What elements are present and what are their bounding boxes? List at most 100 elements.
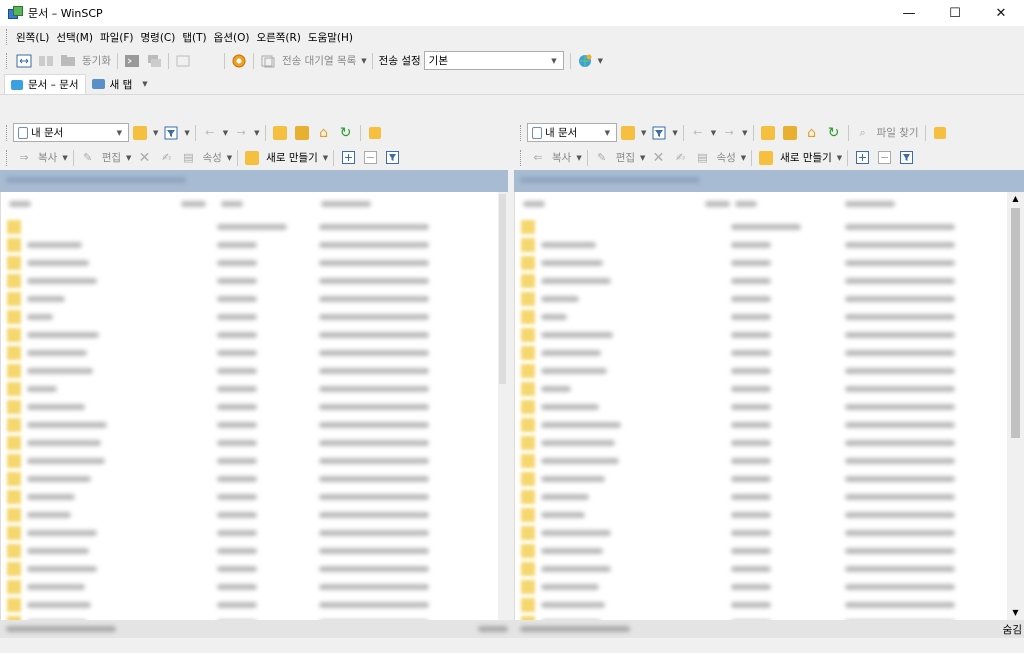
left-column-header[interactable] [1, 192, 508, 218]
scroll-up-arrow-icon[interactable]: ▲ [1007, 192, 1024, 206]
right-new-button[interactable]: 새로 만들기 [777, 150, 835, 165]
file-row[interactable] [1, 542, 508, 560]
file-row[interactable] [515, 596, 1007, 614]
back-dropdown-icon[interactable]: ▼ [223, 129, 228, 137]
home-icon[interactable]: ⌂ [314, 123, 334, 143]
deselect-minus-icon[interactable] [874, 148, 894, 168]
tree-toggle-icon[interactable] [930, 123, 950, 143]
file-row[interactable] [515, 434, 1007, 452]
deselect-minus-icon[interactable] [360, 148, 380, 168]
synchronize-icon[interactable] [58, 51, 78, 71]
file-row[interactable] [515, 416, 1007, 434]
delete-icon[interactable]: ✕ [134, 148, 154, 168]
menu-right[interactable]: 오른쪽(R) [253, 28, 303, 47]
file-row[interactable] [1, 578, 508, 596]
properties-icon[interactable]: ▤ [692, 148, 712, 168]
new-dropdown-icon[interactable]: ▼ [323, 154, 328, 162]
back-arrow-icon[interactable]: ← [200, 123, 220, 143]
edit-dropdown-icon[interactable]: ▼ [640, 154, 645, 162]
file-row[interactable] [515, 290, 1007, 308]
home-icon[interactable]: ⌂ [802, 123, 822, 143]
keep-remote-up-to-date-icon[interactable] [173, 51, 193, 71]
forward-dropdown-icon[interactable]: ▼ [742, 129, 747, 137]
file-row[interactable] [1, 236, 508, 254]
new-folder-icon[interactable] [756, 148, 776, 168]
right-location-select[interactable]: 내 문서 ▼ [527, 123, 617, 142]
session-globe-icon[interactable] [575, 51, 595, 71]
right-vertical-scrollbar[interactable]: ▲ ▼ [1007, 192, 1024, 620]
forward-arrow-icon[interactable]: → [719, 123, 739, 143]
back-dropdown-icon[interactable]: ▼ [711, 129, 716, 137]
file-row[interactable] [1, 308, 508, 326]
refresh-icon[interactable]: ↻ [336, 123, 356, 143]
filter-icon[interactable] [649, 123, 669, 143]
right-file-list[interactable]: ▲ ▼ [514, 192, 1024, 620]
file-row[interactable] [515, 524, 1007, 542]
copy-icon[interactable]: ⇐ [528, 148, 548, 168]
root-directory-icon[interactable] [292, 123, 312, 143]
menu-help[interactable]: 도움말(H) [305, 28, 356, 47]
copy-dropdown-icon[interactable]: ▼ [62, 154, 67, 162]
file-row[interactable] [1, 362, 508, 380]
forward-arrow-icon[interactable]: → [231, 123, 251, 143]
left-location-select[interactable]: 내 문서 ▼ [13, 123, 129, 142]
right-copy-button[interactable]: 복사 [549, 150, 574, 165]
file-row[interactable] [1, 434, 508, 452]
refresh-icon[interactable]: ↻ [824, 123, 844, 143]
file-row[interactable] [1, 272, 508, 290]
menu-file[interactable]: 파일(F) [97, 28, 137, 47]
root-directory-icon[interactable] [780, 123, 800, 143]
open-dropdown-icon[interactable]: ▼ [641, 129, 646, 137]
new-dropdown-icon[interactable]: ▼ [837, 154, 842, 162]
file-row[interactable] [515, 560, 1007, 578]
tab-new[interactable]: 새 탭 ▼ [86, 74, 156, 94]
filter-dropdown-icon[interactable]: ▼ [184, 129, 189, 137]
file-row[interactable] [515, 380, 1007, 398]
scroll-thumb[interactable] [499, 194, 506, 384]
synchronize-label[interactable]: 동기화 [79, 53, 114, 68]
properties-dropdown-icon[interactable]: ▼ [741, 154, 746, 162]
file-row[interactable] [515, 506, 1007, 524]
file-row[interactable] [1, 470, 508, 488]
select-all-plus-icon[interactable] [852, 148, 872, 168]
menu-grip[interactable] [6, 29, 9, 45]
file-row[interactable] [515, 452, 1007, 470]
filter-icon[interactable] [161, 123, 181, 143]
file-row[interactable] [515, 218, 1007, 236]
file-row[interactable] [1, 344, 508, 362]
file-row[interactable] [1, 416, 508, 434]
queue-icon[interactable] [258, 51, 278, 71]
file-row[interactable] [1, 506, 508, 524]
right-edit-button[interactable]: 편집 [613, 150, 638, 165]
session-dropdown-icon[interactable]: ▼ [598, 57, 603, 65]
transfer-settings-select[interactable]: 기본 ▼ [423, 51, 564, 70]
file-row[interactable] [1, 218, 508, 236]
file-row[interactable] [1, 596, 508, 614]
close-button[interactable]: ✕ [978, 0, 1024, 26]
edit-dropdown-icon[interactable]: ▼ [126, 154, 131, 162]
file-row[interactable] [515, 470, 1007, 488]
right-column-header[interactable] [515, 192, 1024, 218]
copy-dropdown-icon[interactable]: ▼ [576, 154, 581, 162]
parent-directory-icon[interactable] [758, 123, 778, 143]
scroll-down-arrow-icon[interactable]: ▼ [1007, 606, 1024, 620]
properties-icon[interactable]: ▤ [178, 148, 198, 168]
file-row[interactable] [515, 308, 1007, 326]
synchronize-browsing-icon[interactable] [36, 51, 56, 71]
open-dropdown-icon[interactable]: ▼ [153, 129, 158, 137]
menu-options[interactable]: 옵션(O) [211, 28, 253, 47]
minimize-button[interactable]: — [886, 0, 932, 26]
parent-directory-icon[interactable] [270, 123, 290, 143]
select-all-plus-icon[interactable] [338, 148, 358, 168]
right-properties-button[interactable]: 속성 [713, 150, 738, 165]
scroll-thumb[interactable] [1011, 208, 1020, 438]
file-row[interactable] [1, 524, 508, 542]
menu-left[interactable]: 왼쪽(L) [13, 28, 52, 47]
queue-list-label[interactable]: 전송 대기열 목록 [279, 53, 359, 68]
tree-toggle-icon[interactable] [365, 123, 385, 143]
putty-icon[interactable] [144, 51, 164, 71]
file-row[interactable] [515, 362, 1007, 380]
console-icon[interactable] [122, 51, 142, 71]
open-directory-icon[interactable] [618, 123, 638, 143]
left-properties-button[interactable]: 속성 [199, 150, 224, 165]
